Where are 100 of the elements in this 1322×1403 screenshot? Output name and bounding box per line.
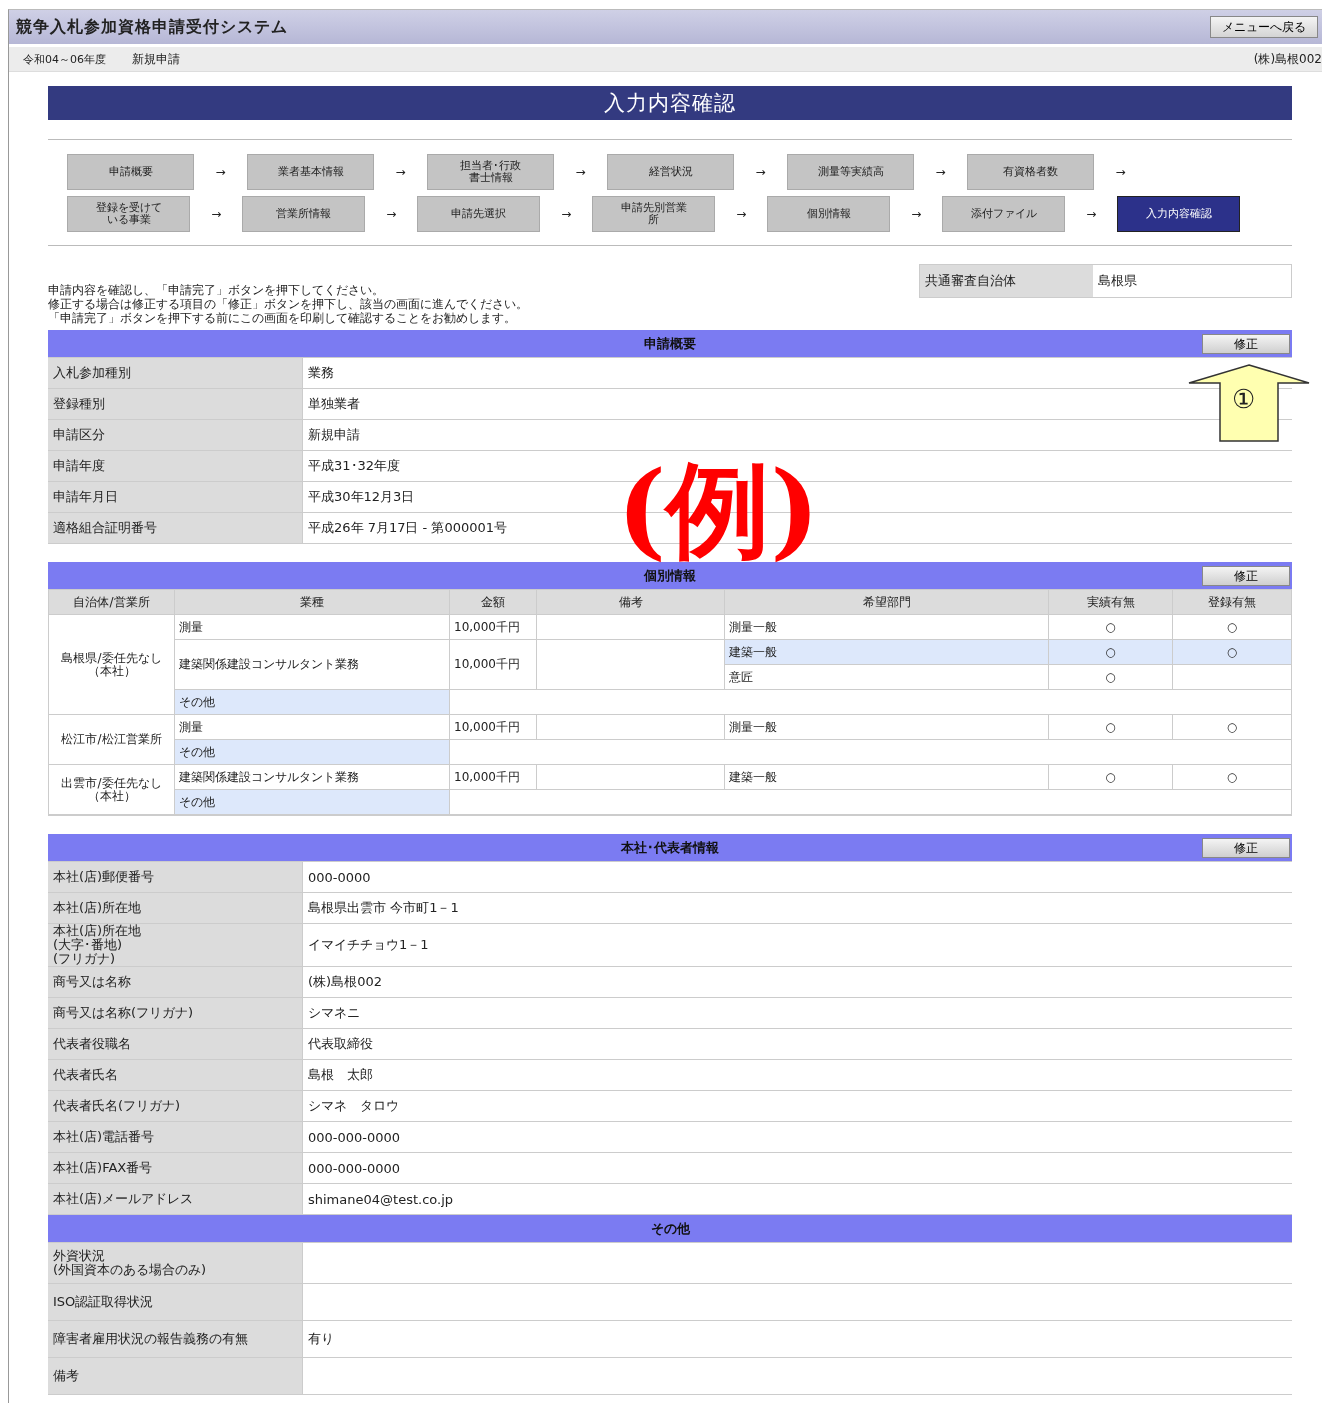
step-button[interactable]: 担当者･行政書士情報 bbox=[427, 154, 554, 190]
table-cell: ○ bbox=[1048, 764, 1173, 790]
step-button[interactable]: 業者基本情報 bbox=[247, 154, 374, 190]
field-label: 本社(店)メールアドレス bbox=[48, 1184, 302, 1214]
table-cell: ○ bbox=[1048, 614, 1173, 640]
field-value: 島根県 bbox=[1097, 272, 1138, 290]
table-cell: ○ bbox=[1048, 639, 1173, 665]
section-title: 申請概要 bbox=[644, 334, 696, 353]
table-cell: 10,000千円 bbox=[449, 614, 537, 640]
table-cell: 測量一般 bbox=[724, 614, 1049, 640]
field-label: 登録種別 bbox=[48, 389, 302, 419]
step-arrow: → bbox=[560, 207, 573, 221]
field-value: シマネニ bbox=[302, 998, 1292, 1028]
section-title: 個別情報 bbox=[644, 566, 696, 585]
step-arrow: → bbox=[394, 165, 407, 179]
step-arrow: → bbox=[574, 165, 587, 179]
field-label: 申請年度 bbox=[48, 451, 302, 481]
step-arrow: → bbox=[1085, 207, 1098, 221]
column-header: 登録有無 bbox=[1172, 589, 1292, 615]
table-cell: 建築一般 bbox=[724, 764, 1049, 790]
table-cell: その他 bbox=[174, 789, 450, 815]
table-cell: 島根県/委任先なし（本社） bbox=[48, 614, 175, 715]
company-name: (株)島根002 bbox=[1253, 50, 1322, 68]
instruction-text: 申請内容を確認し、「申請完了」ボタンを押下してください。 bbox=[48, 283, 385, 297]
field-label: 共通審査自治体 bbox=[920, 265, 1093, 297]
field-value: イマイチチョウ1－1 bbox=[302, 924, 1292, 966]
field-value: (株)島根002 bbox=[302, 967, 1292, 997]
field-label: 代表者役職名 bbox=[48, 1029, 302, 1059]
step-button[interactable]: 個別情報 bbox=[767, 196, 891, 232]
step-button[interactable]: 添付ファイル bbox=[942, 196, 1066, 232]
column-header: 業種 bbox=[174, 589, 450, 615]
field-value: 000-0000 bbox=[302, 862, 1292, 892]
field-label: 商号又は名称(フリガナ) bbox=[48, 998, 302, 1028]
field-label: 代表者氏名(フリガナ) bbox=[48, 1091, 302, 1121]
field-label: 本社(店)電話番号 bbox=[48, 1122, 302, 1152]
field-label: 本社(店)郵便番号 bbox=[48, 862, 302, 892]
table-cell: 松江市/松江営業所 bbox=[48, 714, 175, 765]
field-label: ISO認証取得状況 bbox=[48, 1284, 302, 1320]
table-cell: ○ bbox=[1172, 639, 1292, 665]
edit-button[interactable]: 修正 bbox=[1202, 566, 1290, 586]
table-cell: ○ bbox=[1172, 714, 1292, 740]
back-to-menu-button[interactable]: メニューへ戻る bbox=[1210, 16, 1318, 38]
field-value: シマネ タロウ bbox=[302, 1091, 1292, 1121]
step-button[interactable]: 申請先別営業所 bbox=[592, 196, 716, 232]
field-value: 島根 太郎 bbox=[302, 1060, 1292, 1090]
step-arrow: → bbox=[910, 207, 923, 221]
table-cell: その他 bbox=[174, 739, 450, 765]
table-cell: 10,000千円 bbox=[449, 764, 537, 790]
step-arrow: → bbox=[934, 165, 947, 179]
edit-button[interactable]: 修正 bbox=[1202, 334, 1290, 354]
table-cell: 測量 bbox=[174, 614, 450, 640]
column-header: 備考 bbox=[536, 589, 725, 615]
table-cell: 建築一般 bbox=[724, 639, 1049, 665]
step-button[interactable]: 経営状況 bbox=[607, 154, 734, 190]
table-cell: 測量一般 bbox=[724, 714, 1049, 740]
field-value: 代表取締役 bbox=[302, 1029, 1292, 1059]
field-label: 障害者雇用状況の報告義務の有無 bbox=[48, 1321, 302, 1357]
table-cell: ○ bbox=[1048, 664, 1173, 690]
application-mode: 新規申請 bbox=[132, 50, 180, 68]
field-label: 本社(店)FAX番号 bbox=[48, 1153, 302, 1183]
section-title: その他 bbox=[650, 1219, 690, 1238]
field-label: 申請区分 bbox=[48, 420, 302, 450]
step-button[interactable]: 営業所情報 bbox=[242, 196, 366, 232]
step-button[interactable]: 入力内容確認 bbox=[1117, 196, 1241, 232]
table-cell: 10,000千円 bbox=[449, 639, 537, 690]
field-label: 申請年月日 bbox=[48, 482, 302, 512]
step-button[interactable]: 測量等実績高 bbox=[787, 154, 914, 190]
table-cell: ○ bbox=[1172, 764, 1292, 790]
field-value: 000-000-0000 bbox=[302, 1153, 1292, 1183]
field-value: shimane04@test.co.jp bbox=[302, 1184, 1292, 1214]
table-cell: 10,000千円 bbox=[449, 714, 537, 740]
field-label: 備考 bbox=[48, 1358, 302, 1394]
step-button[interactable]: 申請先選択 bbox=[417, 196, 541, 232]
step-arrow: → bbox=[754, 165, 767, 179]
fiscal-period: 令和04～06年度 bbox=[23, 51, 106, 67]
field-label: 本社(店)所在地 bbox=[48, 893, 302, 923]
field-value: 有り bbox=[302, 1321, 1292, 1357]
edit-button[interactable]: 修正 bbox=[1202, 838, 1290, 858]
page-title: 入力内容確認 bbox=[48, 86, 1292, 120]
table-cell: 意匠 bbox=[724, 664, 1049, 690]
field-label: 本社(店)所在地 (大字･番地) (フリガナ) bbox=[48, 924, 302, 966]
instruction-text: 修正する場合は修正する項目の「修正」ボタンを押下し、該当の画面に進んでください。 bbox=[48, 297, 528, 311]
field-label: 商号又は名称 bbox=[48, 967, 302, 997]
table-cell: 測量 bbox=[174, 714, 450, 740]
table-cell: ○ bbox=[1172, 614, 1292, 640]
field-label: 入札参加種別 bbox=[48, 358, 302, 388]
column-header: 実績有無 bbox=[1048, 589, 1173, 615]
column-header: 金額 bbox=[449, 589, 537, 615]
section-title: 本社･代表者情報 bbox=[621, 838, 719, 857]
step-arrow: → bbox=[735, 207, 748, 221]
field-value: 000-000-0000 bbox=[302, 1122, 1292, 1152]
instruction-text: 「申請完了」ボタンを押下する前にこの画面を印刷して確認することをお勧めします。 bbox=[48, 311, 517, 325]
table-cell: 建築関係建設コンサルタント業務 bbox=[174, 764, 450, 790]
step-button[interactable]: 登録を受けている事業 bbox=[67, 196, 191, 232]
step-button[interactable]: 有資格者数 bbox=[967, 154, 1094, 190]
column-header: 自治体/営業所 bbox=[48, 589, 175, 615]
system-title: 競争入札参加資格申請受付システム bbox=[16, 16, 288, 38]
step-button[interactable]: 申請概要 bbox=[67, 154, 194, 190]
step-arrow: → bbox=[1114, 165, 1127, 179]
table-cell: その他 bbox=[174, 689, 450, 715]
